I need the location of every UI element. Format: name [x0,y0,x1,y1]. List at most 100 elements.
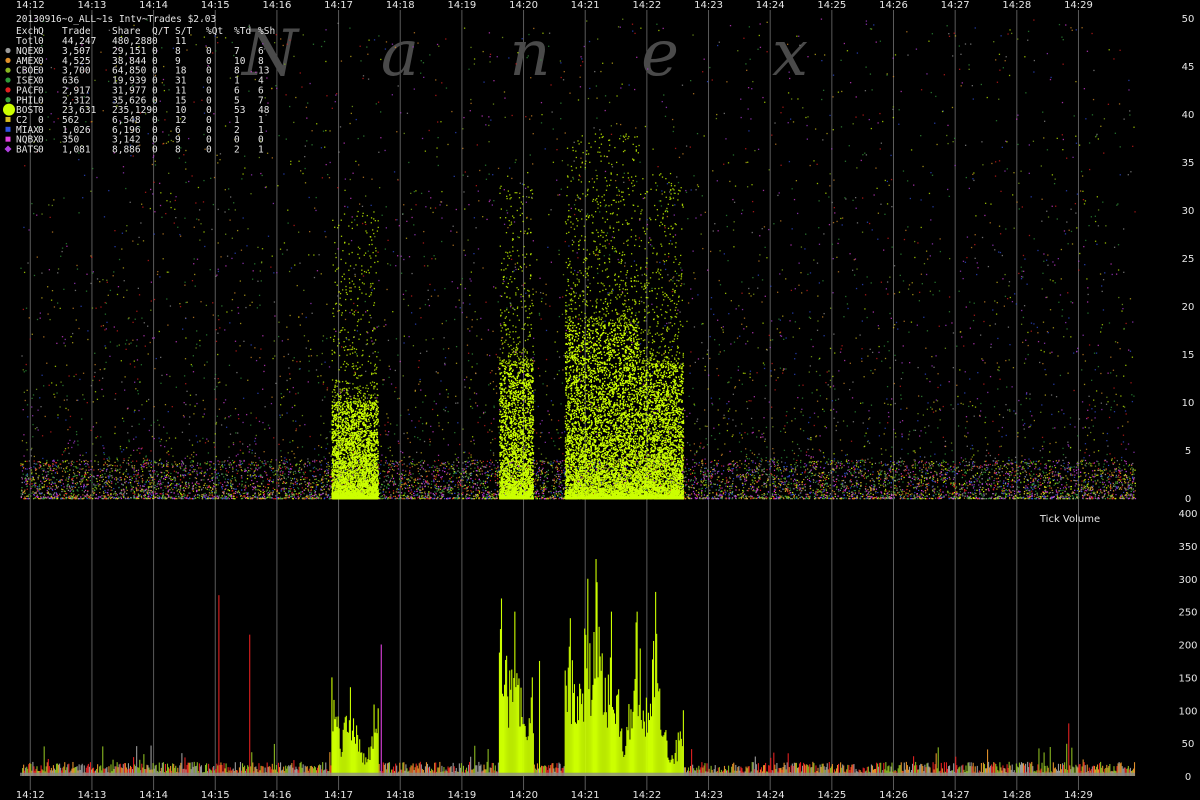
trade-point [694,404,695,405]
trade-point [186,49,187,50]
trade-point [365,301,366,302]
trade-point [196,454,197,455]
trade-point [838,271,839,272]
trade-point [1022,342,1023,343]
trade-point [185,404,186,405]
trade-point [1072,157,1073,158]
trade-point [849,490,850,491]
trade-point [170,484,171,485]
trade-point [791,483,792,484]
trade-point [229,322,230,323]
trade-point [51,113,52,114]
trade-point [82,197,83,198]
trade-point [252,450,253,451]
trade-point [325,458,326,459]
trade-point [61,251,62,252]
trade-point [836,257,837,258]
trade-point [349,27,350,28]
trade-point [247,496,248,497]
trade-point [763,433,764,434]
trade-point [645,126,646,127]
trade-point [1017,432,1018,433]
trade-point [999,498,1000,499]
trade-point [311,494,312,495]
trade-point [689,494,690,495]
trade-point [862,232,863,233]
trade-point [58,481,59,482]
trade-point [454,493,455,494]
trade-point [556,149,557,150]
trade-point [785,496,786,497]
trade-point [434,475,435,476]
trade-point [108,481,109,482]
trade-point [1024,305,1025,306]
trade-point [572,177,573,178]
trade-point [974,303,975,304]
trade-point [142,206,143,207]
trade-point [1009,29,1010,30]
trade-point [1119,103,1120,104]
trade-point [141,496,142,497]
trade-point [255,453,256,454]
trade-point [723,417,724,418]
trade-point [213,204,214,205]
trade-point [612,236,613,237]
trade-point [485,302,486,303]
trade-point [870,493,871,494]
trade-point [972,445,973,446]
trade-point [218,209,219,210]
trade-point [74,441,75,442]
trade-point [520,296,521,297]
trade-point [424,256,425,257]
trade-point [925,498,926,499]
trade-point [92,380,93,381]
trade-point [814,413,815,414]
trade-point [415,407,416,408]
trade-point [406,465,407,466]
trade-point [1121,444,1122,445]
trade-point [716,489,717,490]
trade-point [133,495,134,496]
trade-point [856,96,857,97]
trade-point [472,436,473,437]
trade-point [76,434,77,435]
trade-point [700,443,701,444]
trade-point [723,492,724,493]
trade-point [114,399,115,400]
trade-point [855,411,856,412]
trade-point [1054,264,1055,265]
trade-point [304,168,305,169]
trade-point [1028,427,1029,428]
trade-point [492,496,493,497]
trade-point [683,448,684,449]
trade-point [819,282,820,283]
trade-point [1079,145,1080,146]
trade-point [464,28,465,29]
trade-point [304,424,305,425]
trade-point [503,281,504,282]
trade-point [1017,38,1018,39]
trade-point [184,285,185,286]
trade-point [720,351,721,352]
trade-point [1044,487,1045,488]
trade-point [97,498,98,499]
trade-point [1037,250,1038,251]
trade-point [1095,496,1096,497]
trade-point [712,492,713,493]
trade-point [810,365,811,366]
trade-point [1114,457,1115,458]
trade-point [150,498,151,499]
trade-point [170,207,171,208]
trade-point [490,54,491,55]
trade-point [184,402,185,403]
trade-point [992,245,993,246]
trade-point [742,210,743,211]
trade-point [1034,238,1035,239]
trade-point [491,498,492,499]
trade-point [100,369,101,370]
trade-point [982,164,983,165]
trade-point [499,409,500,410]
trade-point [856,288,857,289]
trade-point [237,432,238,433]
trade-point [977,267,978,268]
